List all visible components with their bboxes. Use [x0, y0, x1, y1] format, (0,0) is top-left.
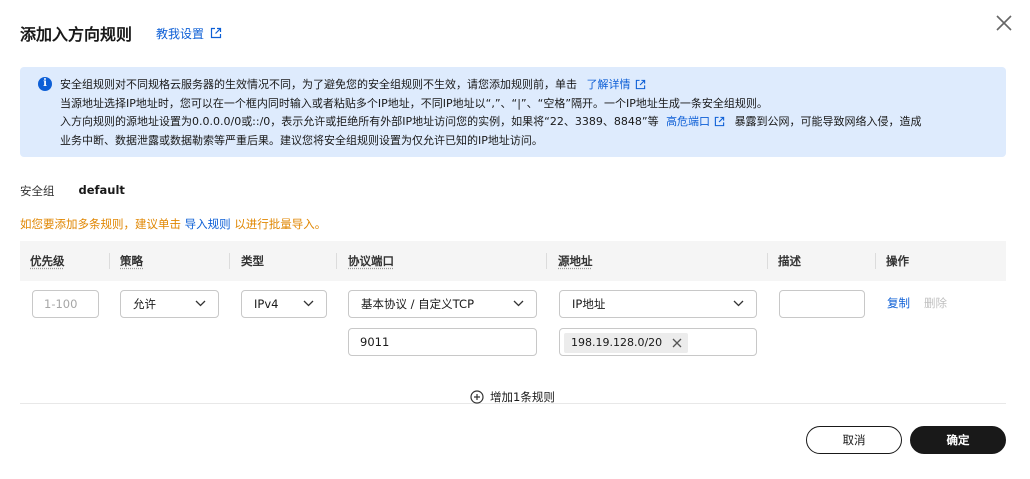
security-group-row: 安全组 default	[20, 183, 125, 199]
close-icon[interactable]	[994, 13, 1014, 33]
cancel-button[interactable]: 取消	[806, 426, 902, 454]
remove-tag-icon[interactable]	[672, 338, 682, 348]
tip-text: 以进行批量导入。	[234, 217, 327, 231]
copy-rule-button[interactable]: 复制	[887, 295, 910, 311]
description-input[interactable]	[779, 290, 865, 318]
column-divider	[875, 253, 876, 269]
info-icon: i	[38, 77, 52, 91]
tip-text: 如您要添加多条规则，建议单击	[20, 217, 181, 231]
security-group-label: 安全组	[20, 184, 55, 198]
confirm-button[interactable]: 确定	[910, 426, 1006, 454]
info-notice: i 安全组规则对不同规格云服务器的生效情况不同，为了避免您的安全组规则不生效，请…	[20, 67, 1006, 157]
source-ip-tag: 198.19.128.0/20	[564, 333, 689, 353]
info-text: 暴露到公网，可能导致网络入侵，造成	[734, 115, 922, 128]
policy-value: 允许	[133, 297, 156, 311]
column-header-actions: 操作	[886, 254, 909, 268]
info-line-1: 安全组规则对不同规格云服务器的生效情况不同，为了避免您的安全组规则不生效，请您添…	[60, 76, 990, 95]
help-link[interactable]: 教我设置	[156, 25, 222, 42]
table-row: 1-100 允许 IPv4 基本协议 / 自定义TCP 9011 IP地址 19…	[20, 281, 1006, 404]
column-divider	[546, 253, 547, 269]
column-header-source: 源地址	[558, 254, 593, 268]
external-link-icon	[714, 116, 725, 127]
type-select[interactable]: IPv4	[241, 290, 327, 318]
learn-more-link[interactable]: 了解详情	[587, 78, 631, 91]
dialog-header: 添加入方向规则 教我设置	[20, 20, 222, 46]
policy-select[interactable]: 允许	[120, 290, 219, 318]
column-divider	[336, 253, 337, 269]
rules-table: 优先级 策略 类型 协议端口 源地址 描述 操作 1-100 允许 IPv4 基…	[20, 241, 1006, 404]
table-header: 优先级 策略 类型 协议端口 源地址 描述 操作	[20, 241, 1006, 281]
add-rule-button[interactable]: 增加1条规则	[470, 389, 555, 405]
source-type-value: IP地址	[572, 297, 606, 311]
info-line-4: 业务中断、数据泄露或数据勒索等严重后果。建议您将安全组规则设置为仅允许已知的IP…	[60, 133, 543, 147]
column-divider	[109, 253, 110, 269]
delete-rule-button[interactable]: 删除	[924, 295, 947, 311]
protocol-value: 基本协议 / 自定义TCP	[361, 297, 475, 311]
column-header-protocol-port: 协议端口	[348, 254, 394, 268]
protocol-select[interactable]: 基本协议 / 自定义TCP	[348, 290, 537, 318]
high-risk-port-link[interactable]: 高危端口	[666, 115, 710, 128]
column-divider	[229, 253, 230, 269]
port-input[interactable]: 9011	[348, 328, 537, 356]
type-value: IPv4	[254, 297, 279, 311]
source-type-select[interactable]: IP地址	[559, 290, 757, 318]
column-header-description: 描述	[778, 254, 801, 268]
external-link-icon	[635, 79, 645, 90]
info-line-3: 入方向规则的源地址设置为0.0.0.0/0或::/0，表示允许或拒绝所有外部IP…	[60, 113, 990, 132]
chevron-down-icon	[195, 300, 206, 307]
source-ip-input[interactable]: 198.19.128.0/20	[559, 328, 757, 356]
import-tip: 如您要添加多条规则，建议单击 导入规则 以进行批量导入。	[20, 216, 326, 232]
column-header-policy: 策略	[120, 254, 143, 268]
chevron-down-icon	[733, 300, 744, 307]
help-link-label: 教我设置	[156, 26, 205, 41]
chevron-down-icon	[513, 300, 524, 307]
column-header-priority: 优先级	[30, 254, 65, 268]
dialog-title: 添加入方向规则	[20, 25, 133, 44]
external-link-icon	[210, 27, 222, 39]
info-text: 安全组规则对不同规格云服务器的生效情况不同，为了避免您的安全组规则不生效，请您添…	[60, 78, 577, 91]
info-text: 入方向规则的源地址设置为0.0.0.0/0或::/0，表示允许或拒绝所有外部IP…	[60, 115, 659, 128]
source-ip-tag-label: 198.19.128.0/20	[571, 336, 663, 349]
info-line-2: 当源地址选择IP地址时，您可以在一个框内同时输入或者粘贴多个IP地址，不同IP地…	[60, 96, 768, 110]
chevron-down-icon	[303, 300, 314, 307]
column-divider	[767, 253, 768, 269]
plus-circle-icon	[470, 390, 484, 404]
security-group-value: default	[78, 183, 125, 197]
priority-input[interactable]: 1-100	[32, 290, 99, 318]
import-rules-link[interactable]: 导入规则	[185, 217, 231, 231]
column-header-type: 类型	[241, 254, 264, 268]
add-rule-label: 增加1条规则	[490, 390, 555, 404]
